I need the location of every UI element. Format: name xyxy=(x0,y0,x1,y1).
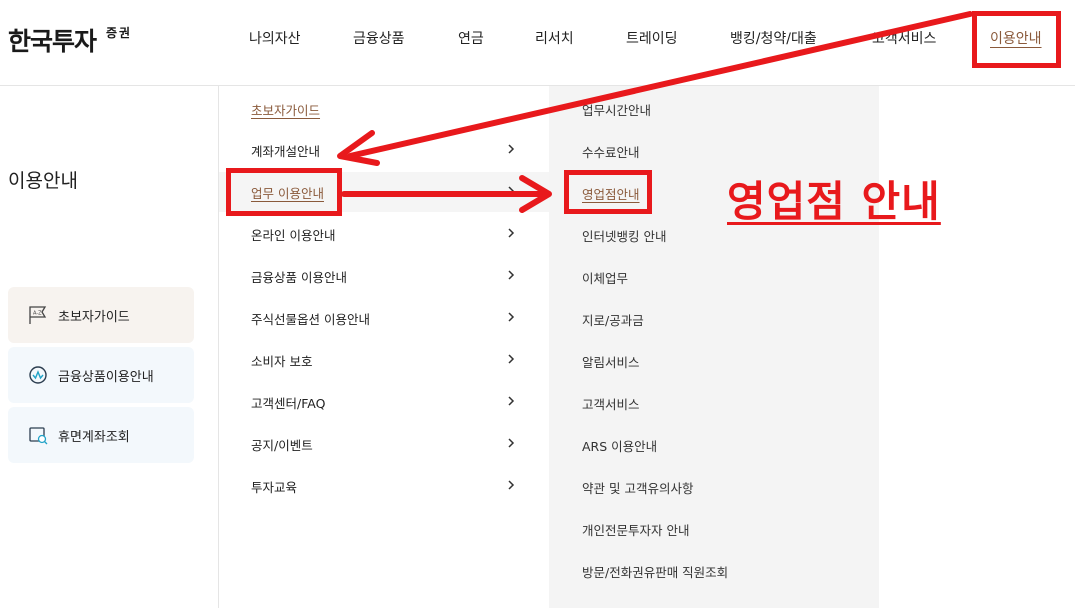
chevron-right-icon xyxy=(508,438,515,448)
menu-item-product-guide[interactable]: 금융상품 이용안내 xyxy=(219,256,549,296)
submenu-business-hours[interactable]: 업무시간안내 xyxy=(582,100,651,119)
submenu-terms[interactable]: 약관 및 고객유의사항 xyxy=(582,478,693,497)
menu-item-label: 투자교육 xyxy=(251,479,298,495)
submenu-giro-utilities[interactable]: 지로/공과금 xyxy=(582,310,644,329)
chevron-right-icon xyxy=(508,312,515,322)
submenu-staff-lookup[interactable]: 방문/전화권유판매 직원조회 xyxy=(582,562,728,581)
quick-link-label: 초보자가이드 xyxy=(58,309,130,325)
page-title: 이용안내 xyxy=(8,170,78,192)
flag-icon: A-Z xyxy=(26,303,50,327)
chevron-right-icon xyxy=(508,354,515,364)
logo-main-text: 한국투자 xyxy=(8,27,97,56)
submenu-customer-service[interactable]: 고객서비스 xyxy=(582,394,640,413)
chevron-right-icon xyxy=(508,396,515,406)
chevron-right-icon xyxy=(508,270,515,280)
submenu-internet-banking[interactable]: 인터넷뱅킹 안내 xyxy=(582,226,666,245)
quick-product-guide[interactable]: 금융상품이용안내 xyxy=(8,347,194,403)
menu-item-label: 온라인 이용안내 xyxy=(251,227,336,243)
menu-item-online-guide[interactable]: 온라인 이용안내 xyxy=(219,214,549,254)
quick-link-label: 휴면계좌조회 xyxy=(58,429,130,445)
nav-pension[interactable]: 연금 xyxy=(458,28,484,48)
menu-beginner-guide[interactable]: 초보자가이드 xyxy=(251,100,320,119)
account-search-icon xyxy=(26,423,50,447)
menu-item-investment-education[interactable]: 투자교육 xyxy=(219,466,549,506)
submenu-fees[interactable]: 수수료안내 xyxy=(582,142,640,161)
logo-sub-text: 증권 xyxy=(106,26,133,40)
nav-trading[interactable]: 트레이딩 xyxy=(626,28,678,48)
nav-my-assets[interactable]: 나의자산 xyxy=(249,28,301,48)
nav-customer-service[interactable]: 고객서비스 xyxy=(872,28,936,48)
quick-dormant-account[interactable]: 휴면계좌조회 xyxy=(8,407,194,463)
nav-banking[interactable]: 뱅킹/청약/대출 xyxy=(730,28,817,48)
menu-item-label: 소비자 보호 xyxy=(251,353,313,369)
menu-item-label: 주식선물옵션 이용안내 xyxy=(251,311,370,327)
chevron-right-icon xyxy=(508,144,515,154)
chevron-right-icon xyxy=(508,228,515,238)
menu-item-label: 계좌개설안내 xyxy=(251,143,321,159)
menu-item-notice-event[interactable]: 공지/이벤트 xyxy=(219,424,549,464)
menu-item-label: 고객센터/FAQ xyxy=(251,395,326,411)
brand-logo[interactable]: 한국투자 증권 xyxy=(8,22,132,58)
menu-item-label: 금융상품 이용안내 xyxy=(251,269,347,285)
submenu-ars-guide[interactable]: ARS 이용안내 xyxy=(582,436,657,455)
highlight-box-branch-guide xyxy=(564,170,652,214)
chevron-right-icon xyxy=(508,186,515,196)
highlight-box-business-guide xyxy=(226,168,342,216)
chat-wave-icon xyxy=(26,363,50,387)
submenu-alert-service[interactable]: 알림서비스 xyxy=(582,352,640,371)
quick-link-label: 금융상품이용안내 xyxy=(58,369,154,385)
menu-item-consumer-protection[interactable]: 소비자 보호 xyxy=(219,340,549,380)
svg-text:A-Z: A-Z xyxy=(33,311,42,317)
submenu-professional-investor[interactable]: 개인전문투자자 안내 xyxy=(582,520,689,539)
highlight-box-usage-guide xyxy=(972,11,1061,68)
quick-beginner-guide[interactable]: A-Z 초보자가이드 xyxy=(8,287,194,343)
menu-item-label: 공지/이벤트 xyxy=(251,437,313,453)
top-header: 한국투자 증권 나의자산 금융상품 연금 리서치 트레이딩 뱅킹/청약/대출 고… xyxy=(0,0,1075,86)
menu-item-derivatives-guide[interactable]: 주식선물옵션 이용안내 xyxy=(219,298,549,338)
submenu-transfer[interactable]: 이체업무 xyxy=(582,268,628,287)
menu-item-customer-center[interactable]: 고객센터/FAQ xyxy=(219,382,549,422)
chevron-right-icon xyxy=(508,480,515,490)
nav-financial-products[interactable]: 금융상품 xyxy=(353,28,405,48)
menu-item-account-opening[interactable]: 계좌개설안내 xyxy=(219,130,549,170)
annotation-label: 영업점 안내 xyxy=(727,177,941,226)
nav-research[interactable]: 리서치 xyxy=(535,28,574,48)
